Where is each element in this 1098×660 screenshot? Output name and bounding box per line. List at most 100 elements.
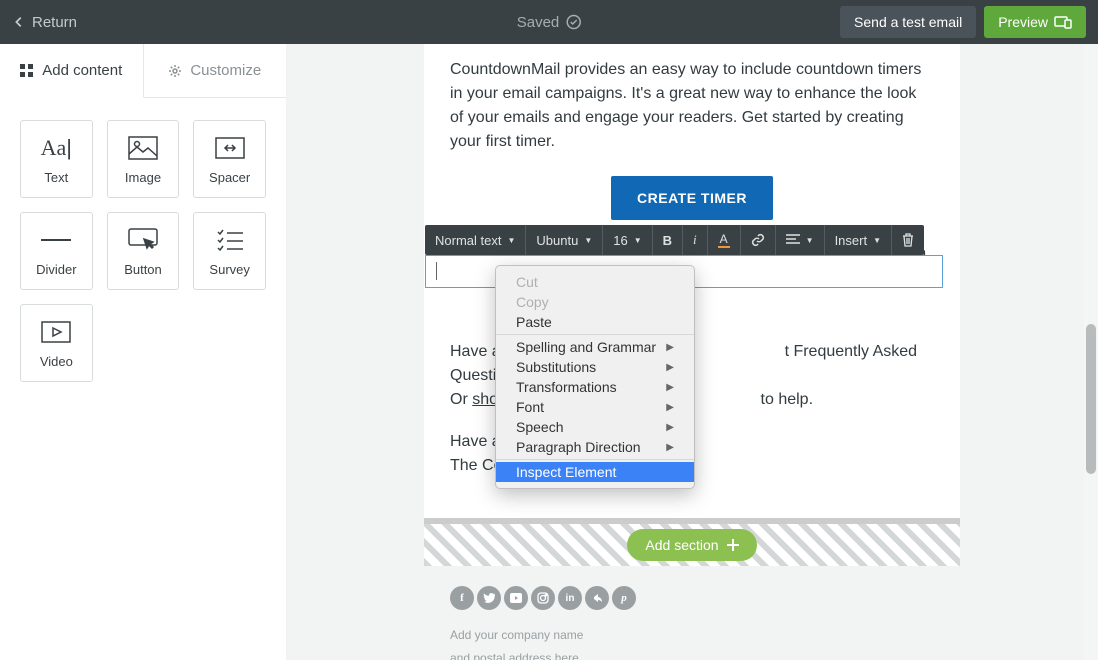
content-item-divider[interactable]: Divider bbox=[20, 212, 93, 290]
menu-transformations[interactable]: Transformations▶ bbox=[496, 377, 694, 397]
scrollbar-thumb[interactable] bbox=[1086, 324, 1096, 474]
toolbar-size[interactable]: 16▼ bbox=[603, 225, 652, 255]
align-icon bbox=[786, 234, 800, 246]
caret-icon: ▼ bbox=[806, 236, 814, 245]
send-test-label: Send a test email bbox=[854, 14, 962, 30]
tab-customize-label: Customize bbox=[190, 62, 261, 79]
saved-status: Saved bbox=[517, 14, 582, 31]
button-label: Button bbox=[124, 262, 162, 277]
submenu-arrow-icon: ▶ bbox=[666, 382, 674, 393]
italic-icon: i bbox=[693, 232, 697, 248]
caret-icon: ▼ bbox=[507, 236, 515, 245]
toolbar-color[interactable]: A bbox=[708, 225, 741, 255]
menu-paste[interactable]: Paste bbox=[496, 312, 694, 332]
toolbar-bold[interactable]: B bbox=[653, 225, 683, 255]
toolbar-delete[interactable] bbox=[892, 225, 924, 255]
add-section-button[interactable]: Add section bbox=[627, 529, 756, 561]
add-section-bar: Add section bbox=[424, 518, 960, 566]
pinterest-icon[interactable]: p bbox=[612, 586, 636, 610]
image-icon bbox=[128, 134, 158, 162]
bold-icon: B bbox=[663, 233, 672, 248]
menu-speech[interactable]: Speech ▶ bbox=[496, 417, 694, 437]
submenu-arrow-icon: ▶ bbox=[666, 442, 674, 453]
text-icon: Aa| bbox=[41, 134, 72, 162]
create-timer-button[interactable]: CREATE TIMER bbox=[611, 176, 773, 220]
menu-para-label: Paragraph Direction bbox=[516, 439, 641, 455]
instagram-icon[interactable] bbox=[531, 586, 555, 610]
or-text: Or bbox=[450, 391, 472, 408]
return-button[interactable]: Return bbox=[12, 14, 77, 31]
video-icon bbox=[41, 318, 71, 346]
toolbar-align[interactable]: ▼ bbox=[776, 225, 825, 255]
grid-icon bbox=[20, 64, 34, 78]
menu-speech-label: Speech bbox=[516, 419, 563, 435]
tab-add-content[interactable]: Add content bbox=[0, 44, 144, 98]
text-toolbar: Normal text ▼ Ubuntu▼ 16▼ B i A ▼ Insert ▼ bbox=[425, 225, 924, 255]
footer-address[interactable]: and postal address here bbox=[450, 649, 934, 660]
trash-icon bbox=[902, 233, 914, 247]
toolbar-insert-label: Insert bbox=[835, 233, 868, 248]
content-item-button[interactable]: Button bbox=[107, 212, 180, 290]
saved-label: Saved bbox=[517, 14, 560, 31]
send-test-email-button[interactable]: Send a test email bbox=[840, 6, 976, 38]
tab-add-label: Add content bbox=[42, 62, 122, 79]
youtube-icon[interactable] bbox=[504, 586, 528, 610]
check-circle-icon bbox=[565, 14, 581, 30]
menu-paragraph-direction[interactable]: Paragraph Direction ▶ bbox=[496, 437, 694, 457]
toolbar-insert[interactable]: Insert ▼ bbox=[825, 225, 892, 255]
content-item-survey[interactable]: Survey bbox=[193, 212, 266, 290]
linkedin-icon[interactable]: in bbox=[558, 586, 582, 610]
menu-substitutions[interactable]: Substitutions ▶ bbox=[496, 357, 694, 377]
twitter-icon[interactable] bbox=[477, 586, 501, 610]
content-item-text[interactable]: Aa| Text bbox=[20, 120, 93, 198]
survey-icon bbox=[217, 226, 243, 254]
menu-subs-label: Substitutions bbox=[516, 359, 596, 375]
content-item-image[interactable]: Image bbox=[107, 120, 180, 198]
menu-paste-label: Paste bbox=[516, 314, 552, 330]
submenu-arrow-icon: ▶ bbox=[666, 422, 674, 433]
submenu-arrow-icon: ▶ bbox=[666, 342, 674, 353]
toolbar-style-label: Normal text bbox=[435, 233, 501, 248]
facebook-icon[interactable]: f bbox=[450, 586, 474, 610]
content-item-spacer[interactable]: Spacer bbox=[193, 120, 266, 198]
tab-customize[interactable]: Customize bbox=[144, 44, 287, 97]
menu-cut: Cut bbox=[496, 272, 694, 292]
caret-icon: ▼ bbox=[873, 236, 881, 245]
color-swatch bbox=[718, 246, 730, 248]
toolbar-style[interactable]: Normal text ▼ bbox=[425, 225, 526, 255]
intro-text: CountdownMail provides an easy way to in… bbox=[450, 58, 934, 154]
submenu-arrow-icon: ▶ bbox=[666, 402, 674, 413]
share-icon[interactable] bbox=[585, 586, 609, 610]
menu-cut-label: Cut bbox=[516, 274, 538, 290]
arrow-left-icon bbox=[12, 15, 26, 29]
menu-inspect-element[interactable]: Inspect Element bbox=[496, 462, 694, 482]
plus-icon bbox=[727, 539, 739, 551]
gear-icon bbox=[168, 64, 182, 78]
text-cursor bbox=[436, 262, 437, 280]
menu-spelling-label: Spelling and Grammar bbox=[516, 339, 656, 355]
footer-company[interactable]: Add your company name bbox=[450, 626, 934, 645]
toolbar-link[interactable] bbox=[741, 225, 776, 255]
preview-label: Preview bbox=[998, 14, 1048, 30]
sidebar-tabs: Add content Customize bbox=[0, 44, 286, 98]
scrollbar-track[interactable] bbox=[1084, 44, 1098, 660]
text-color-icon: A bbox=[720, 233, 728, 245]
menu-font[interactable]: Font▶ bbox=[496, 397, 694, 417]
toolbar-italic[interactable]: i bbox=[683, 225, 708, 255]
submenu-arrow-icon: ▶ bbox=[666, 362, 674, 373]
devices-icon bbox=[1054, 15, 1072, 29]
menu-copy-label: Copy bbox=[516, 294, 549, 310]
menu-spelling[interactable]: Spelling and Grammar ▶ bbox=[496, 337, 694, 357]
caret-icon: ▼ bbox=[634, 236, 642, 245]
footer-area: f in p Add your company name and postal … bbox=[424, 574, 960, 660]
text-label: Text bbox=[44, 170, 68, 185]
sidebar: Add content Customize Aa| Text Image Spa… bbox=[0, 44, 286, 660]
preview-button[interactable]: Preview bbox=[984, 6, 1086, 38]
video-label: Video bbox=[40, 354, 73, 369]
content-item-video[interactable]: Video bbox=[20, 304, 93, 382]
caret-icon: ▼ bbox=[584, 236, 592, 245]
top-actions: Send a test email Preview bbox=[840, 6, 1086, 38]
divider-label: Divider bbox=[36, 262, 76, 277]
toolbar-font[interactable]: Ubuntu▼ bbox=[526, 225, 603, 255]
button-icon bbox=[128, 226, 158, 254]
